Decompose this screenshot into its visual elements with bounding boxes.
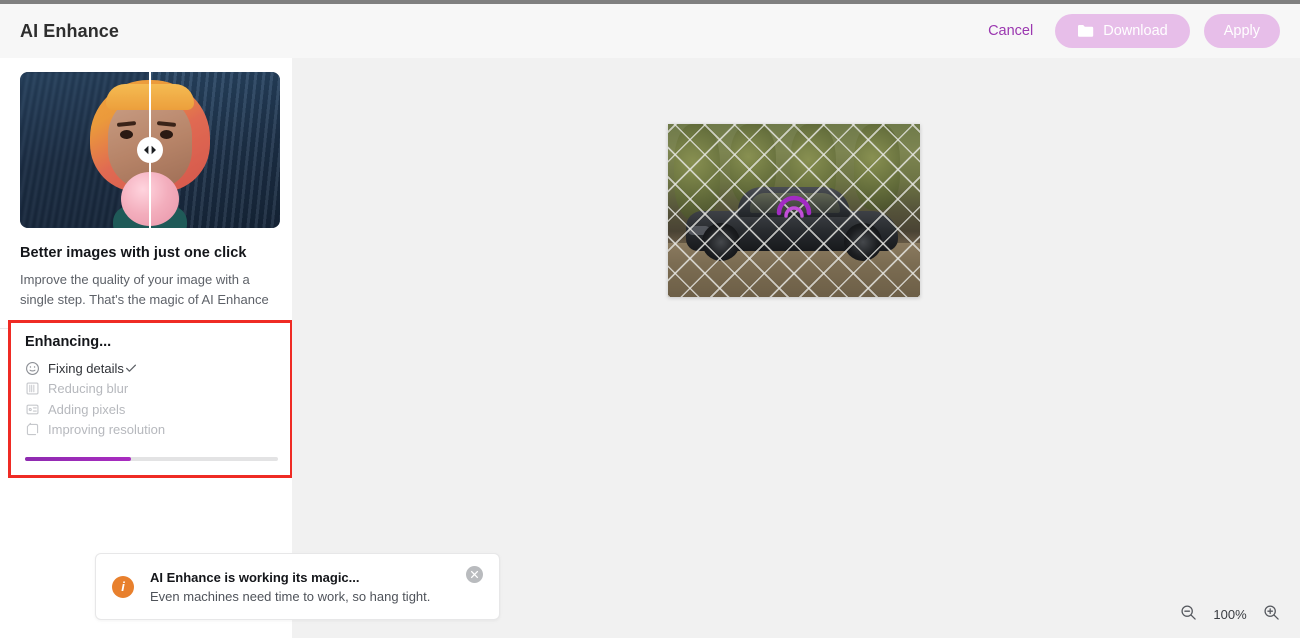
enhancing-step-fixing-details: Fixing details (25, 358, 276, 379)
download-button[interactable]: Download (1055, 14, 1190, 48)
toast-text: AI Enhance is working its magic... Even … (150, 570, 466, 604)
folder-icon (1077, 24, 1094, 38)
pixels-grid-icon (25, 402, 48, 417)
zoom-in-button[interactable] (1261, 602, 1282, 626)
close-icon (470, 567, 479, 582)
zoom-level-label: 100% (1213, 606, 1247, 622)
enhancing-step-label: Improving resolution (48, 422, 166, 438)
toast-close-button[interactable] (466, 566, 483, 583)
enhancing-step-label: Reducing blur (48, 381, 129, 397)
promo-card: Better images with just one click Improv… (0, 58, 292, 310)
enhancing-title: Enhancing... (25, 334, 112, 350)
promo-description: Improve the quality of your image with a… (20, 272, 269, 307)
enhancing-step-reducing-blur: Reducing blur (25, 379, 276, 400)
enhancing-progress-fill (25, 457, 132, 461)
before-after-comparison-image[interactable] (20, 72, 280, 228)
apply-button[interactable]: Apply (1203, 14, 1280, 48)
enhancing-step-adding-pixels: Adding pixels (25, 399, 276, 420)
promo-title: Better images with just one click (20, 245, 247, 261)
zoom-controls: 100% (1178, 602, 1282, 626)
blur-panel-icon (25, 381, 48, 396)
zoom-in-icon (1263, 604, 1280, 624)
enhancing-progress-panel: Enhancing... Fixing details Reducing blu… (8, 320, 293, 478)
enhancing-step-label: Adding pixels (48, 401, 126, 417)
enhancing-step-label: Fixing details (48, 360, 124, 376)
download-button-label: Download (1103, 23, 1168, 39)
app-header: AI Enhance Cancel Download Apply (0, 4, 1300, 58)
toast-title: AI Enhance is working its magic... (150, 569, 360, 585)
zoom-out-button[interactable] (1178, 602, 1199, 626)
toast-subtitle: Even machines need time to work, so hang… (150, 588, 431, 604)
zoom-out-icon (1180, 604, 1197, 624)
compare-slider-icon[interactable] (137, 137, 163, 163)
notification-toast: i AI Enhance is working its magic... Eve… (95, 553, 500, 620)
info-icon: i (112, 575, 134, 598)
page-title: AI Enhance (20, 20, 120, 41)
step-check-icon (124, 361, 138, 375)
resolution-corner-icon (25, 422, 48, 437)
smiley-face-icon (25, 361, 48, 376)
spinner-icon (774, 191, 814, 231)
ai-enhance-app: AI Enhance Cancel Download Apply Better … (0, 0, 1300, 638)
enhancing-step-improving-resolution: Improving resolution (25, 420, 276, 441)
cancel-button[interactable]: Cancel (980, 17, 1041, 45)
header-actions: Cancel Download Apply (980, 14, 1280, 48)
image-canvas[interactable] (292, 58, 1300, 638)
enhancing-progress-track (25, 457, 278, 461)
preview-image[interactable] (668, 124, 920, 297)
